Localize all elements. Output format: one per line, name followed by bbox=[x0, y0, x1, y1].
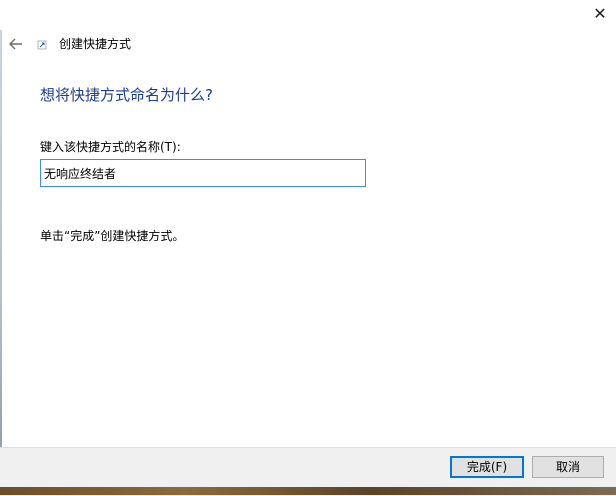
create-shortcut-window: ✕ 创建快捷方式 想将快捷方式命名为什么? 键入该快捷方式的名称(T): 单击“… bbox=[0, 0, 616, 496]
page-heading: 想将快捷方式命名为什么? bbox=[40, 86, 213, 104]
wizard-title: 创建快捷方式 bbox=[59, 37, 132, 51]
name-field-label: 键入该快捷方式的名称(T): bbox=[40, 140, 181, 154]
title-bar: ✕ bbox=[0, 0, 616, 30]
finish-button[interactable]: 完成(F) bbox=[450, 456, 524, 478]
window-edge bbox=[0, 0, 2, 495]
back-button[interactable] bbox=[6, 35, 26, 53]
cancel-button[interactable]: 取消 bbox=[532, 456, 604, 478]
desktop-background-strip bbox=[0, 487, 616, 495]
back-arrow-icon bbox=[9, 38, 22, 50]
shortcut-icon bbox=[37, 40, 47, 50]
finish-hint: 单击“完成”创建快捷方式。 bbox=[40, 229, 185, 243]
shortcut-name-input[interactable] bbox=[40, 159, 366, 187]
close-icon[interactable]: ✕ bbox=[590, 4, 610, 24]
